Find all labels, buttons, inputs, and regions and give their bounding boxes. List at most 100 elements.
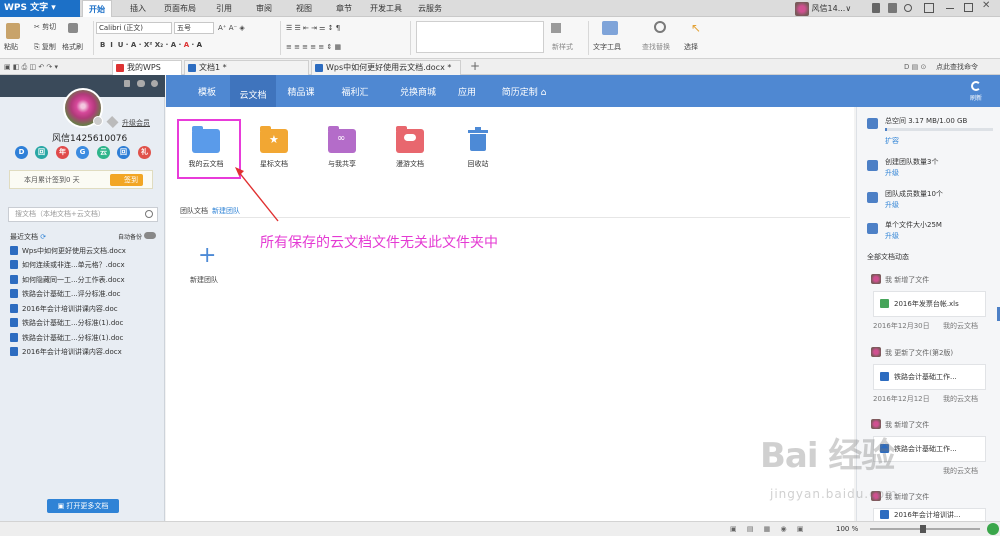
- menu-insert[interactable]: 插入: [130, 0, 146, 17]
- app-g-icon[interactable]: G: [76, 146, 89, 159]
- recent-doc-item[interactable]: 铁路会计基础工...分标准(1).doc: [10, 332, 123, 344]
- zoom-slider[interactable]: [870, 525, 980, 533]
- restore-icon[interactable]: [924, 3, 934, 13]
- message-icon[interactable]: [137, 80, 145, 87]
- format-painter-icon[interactable]: [68, 23, 78, 33]
- font-name-select[interactable]: Calibri (正文): [96, 22, 172, 34]
- align-buttons[interactable]: ≡ ≡ ≡ ≡ ≡ ⇕ ▦: [286, 42, 341, 52]
- lock-icon[interactable]: [124, 80, 130, 87]
- doc-search-input[interactable]: 搜文档（本地文档+云文档）: [8, 207, 158, 222]
- menu-chapter[interactable]: 章节: [336, 0, 352, 17]
- menu-cloud-service[interactable]: 云服务: [418, 0, 442, 17]
- settings-icon[interactable]: [151, 80, 158, 87]
- feed-file-card[interactable]: 铁路会计基础工作...: [873, 364, 986, 390]
- upgrade-link[interactable]: 升级: [885, 168, 899, 178]
- refresh-icon[interactable]: ⟳: [40, 233, 46, 241]
- skin-icon[interactable]: [872, 3, 880, 13]
- sign-button[interactable]: 签到: [110, 174, 143, 186]
- menu-developer[interactable]: 开发工具: [370, 0, 402, 17]
- recent-doc-item[interactable]: Wps中如何更好使用云文档.docx: [10, 245, 126, 257]
- app-cloud-icon[interactable]: 云: [97, 146, 110, 159]
- tab-tools[interactable]: D ▤ ⊙: [904, 62, 926, 72]
- find-replace-icon[interactable]: [654, 21, 666, 33]
- help-icon[interactable]: [904, 4, 912, 12]
- menu-view[interactable]: 视图: [296, 0, 312, 17]
- recent-doc-item[interactable]: 2016年会计培训讲课内容.doc: [10, 303, 118, 315]
- app-wallet-icon[interactable]: 回: [35, 146, 48, 159]
- user-account[interactable]: 风信14...∨: [795, 1, 851, 16]
- app-logo[interactable]: WPS 文字 ▾: [0, 0, 80, 17]
- assistant-icon[interactable]: [987, 523, 999, 535]
- paste-icon[interactable]: [6, 23, 20, 39]
- new-team-button[interactable]: 新建团队: [190, 275, 218, 285]
- star-folder-icon[interactable]: ★: [260, 126, 288, 153]
- text-tools-icon[interactable]: [602, 21, 618, 35]
- new-style-icon[interactable]: [551, 23, 561, 33]
- auto-backup-toggle[interactable]: [144, 232, 156, 239]
- refresh-icon[interactable]: [971, 81, 981, 91]
- style-gallery[interactable]: [416, 21, 544, 53]
- upgrade-link[interactable]: 升级: [885, 231, 899, 241]
- add-team-icon[interactable]: +: [198, 245, 216, 267]
- cut-button[interactable]: ✂ 剪切: [34, 22, 56, 32]
- nav-resume[interactable]: 简历定制 ⌂: [494, 75, 554, 107]
- open-more-docs-button[interactable]: ▣ 打开更多文档: [47, 499, 119, 513]
- app-docer-icon[interactable]: D: [15, 146, 28, 159]
- recent-doc-item[interactable]: 铁路会计基础工...分标准(1).doc: [10, 317, 123, 329]
- maximize-icon[interactable]: [964, 3, 973, 12]
- feed-file-card[interactable]: 2016年会计培训讲...: [873, 508, 986, 521]
- expand-storage-link[interactable]: 扩容: [885, 136, 899, 146]
- nav-apps[interactable]: 应用: [450, 75, 484, 107]
- close-icon[interactable]: ✕: [982, 0, 990, 11]
- view-mode-icons[interactable]: ▣ ▤ ▦ ◉ ▣: [730, 522, 807, 536]
- tab-document1[interactable]: 文档1 *: [184, 60, 309, 75]
- paste-label[interactable]: 粘贴: [4, 42, 18, 52]
- nav-exchange-mall[interactable]: 兑换商城: [390, 75, 446, 107]
- grow-font-icon[interactable]: A⁺ A⁻ ◈: [218, 23, 245, 33]
- recycle-bin-label[interactable]: 回收站: [443, 159, 513, 169]
- nav-welfare[interactable]: 福利汇: [332, 75, 378, 107]
- recent-doc-item[interactable]: 如何连续或非连...单元格？.docx: [10, 259, 125, 271]
- trash-icon[interactable]: [468, 127, 488, 153]
- upgrade-link[interactable]: 升级: [885, 200, 899, 210]
- select-icon[interactable]: ↖: [691, 21, 701, 35]
- nav-templates[interactable]: 模板: [184, 75, 230, 107]
- quick-access-toolbar[interactable]: ▣ ◧ ⎙ ◫ ↶ ↷ ▾: [4, 62, 58, 72]
- copy-button[interactable]: ⎘ 复制: [34, 42, 56, 52]
- select-button[interactable]: 选择: [684, 42, 698, 52]
- new-tab-button[interactable]: +: [470, 59, 480, 73]
- nav-courses[interactable]: 精品课: [278, 75, 324, 107]
- format-painter-label[interactable]: 格式刷: [62, 42, 83, 52]
- menu-review[interactable]: 审阅: [256, 0, 272, 17]
- app-backup-icon[interactable]: 回: [117, 146, 130, 159]
- nav-cloud-docs[interactable]: 云文档: [230, 75, 276, 107]
- menu-home[interactable]: 开始: [82, 0, 112, 17]
- roaming-folder-icon[interactable]: [396, 126, 424, 153]
- text-tools-button[interactable]: 文字工具: [593, 42, 621, 52]
- new-style-button[interactable]: 新样式: [552, 42, 573, 52]
- app-year-icon[interactable]: 年: [56, 146, 69, 159]
- app-gift-icon[interactable]: 礼: [138, 146, 151, 159]
- menu-reference[interactable]: 引用: [216, 0, 232, 17]
- font-size-select[interactable]: 五号: [174, 22, 214, 34]
- shared-with-me-label[interactable]: 与我共享: [307, 159, 377, 169]
- tab-cloud-doc[interactable]: Wps中如何更好使用云文档.docx *: [311, 60, 461, 75]
- tab-my-wps[interactable]: 我的WPS: [112, 60, 182, 75]
- format-buttons[interactable]: B I U · A · X² X₂ · A · A · A: [100, 40, 202, 50]
- recent-doc-item[interactable]: 2016年会计培训讲课内容.docx: [10, 346, 122, 358]
- recent-doc-item[interactable]: 如何隐藏同一工...分工作表.docx: [10, 274, 125, 286]
- roaming-docs-label[interactable]: 漫游文档: [375, 159, 445, 169]
- search-icon[interactable]: [145, 210, 153, 218]
- shared-folder-icon[interactable]: ∞: [328, 126, 356, 153]
- upgrade-vip-link[interactable]: 升级会员: [122, 118, 150, 128]
- find-replace-button[interactable]: 查找替换: [642, 42, 670, 52]
- recent-doc-item[interactable]: 铁路会计基础工...评分标准.doc: [10, 288, 120, 300]
- list-buttons[interactable]: ☰ ☰ ⇤ ⇥ ⚌ ↕ ¶: [286, 23, 340, 33]
- menu-page-layout[interactable]: 页面布局: [164, 0, 196, 17]
- zoom-slider-thumb[interactable]: [920, 525, 926, 533]
- feed-file-card[interactable]: 2016年发票台帐.xls: [873, 291, 986, 317]
- help-command-link[interactable]: 点此查找命令: [936, 62, 978, 72]
- minimize-icon[interactable]: [946, 8, 954, 9]
- refresh-label[interactable]: 刷新: [970, 93, 982, 102]
- shirt-icon[interactable]: [888, 3, 897, 13]
